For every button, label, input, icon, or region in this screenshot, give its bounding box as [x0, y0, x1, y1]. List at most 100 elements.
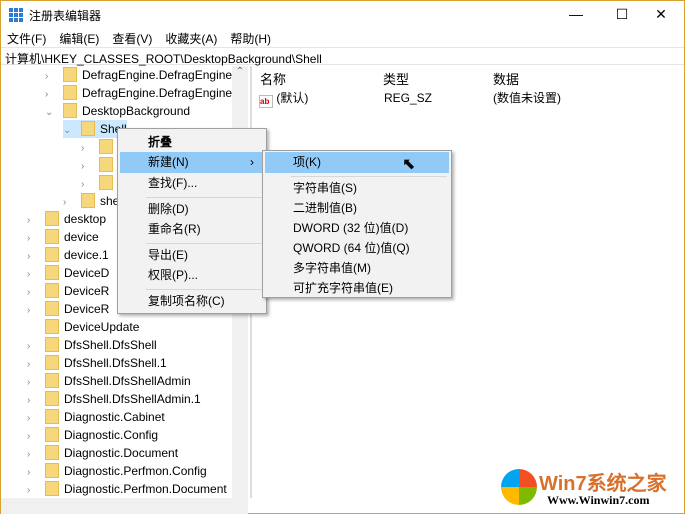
- menu-edit[interactable]: 编辑(E): [53, 28, 106, 46]
- folder-icon: [63, 103, 77, 118]
- chevron-down-icon[interactable]: ⌄: [63, 122, 73, 140]
- submenu-expandable-string-value[interactable]: 可扩充字符串值(E): [265, 278, 449, 299]
- submenu-dword-value[interactable]: DWORD (32 位)值(D): [265, 218, 449, 239]
- tree-item-label: Diagnostic.Perfmon.Document: [64, 482, 227, 496]
- folder-icon: [99, 175, 113, 190]
- column-header-type[interactable]: 类型: [383, 69, 409, 88]
- registry-editor-window: 注册表编辑器 — ☐ ✕ 文件(F) 编辑(E) 查看(V) 收藏夹(A) 帮助…: [0, 0, 685, 514]
- tree-item-label: DesktopBackground: [82, 104, 191, 118]
- tree-item-label: DeviceR: [64, 302, 110, 316]
- column-header-name[interactable]: 名称: [260, 69, 286, 88]
- tree-item[interactable]: › device.1: [27, 246, 109, 264]
- regedit-icon: [9, 8, 23, 22]
- tree-item-label: DfsShell.DfsShell.1: [64, 356, 167, 370]
- tree-item[interactable]: ›: [81, 138, 118, 156]
- folder-icon: [45, 301, 59, 316]
- menu-delete[interactable]: 删除(D): [120, 199, 264, 220]
- column-header-data[interactable]: 数据: [493, 69, 519, 88]
- windows-logo-icon: [501, 469, 537, 505]
- folder-icon: [45, 373, 59, 388]
- menu-copy-key-name[interactable]: 复制项名称(C): [120, 291, 264, 312]
- tree-item[interactable]: › DeviceR: [27, 300, 109, 318]
- tree-item[interactable]: › Diagnostic.Cabinet: [27, 408, 165, 426]
- tree-item-label: DefragEngine.DefragEngine: [82, 68, 233, 82]
- chevron-right-icon: ›: [250, 155, 254, 169]
- menu-help[interactable]: 帮助(H): [224, 28, 278, 46]
- menu-separator: [146, 197, 262, 198]
- tree-item[interactable]: ⌄ DesktopBackground: [45, 102, 190, 120]
- tree-item[interactable]: › Diagnostic.Document: [27, 444, 178, 462]
- folder-icon: [63, 67, 77, 82]
- tree-item[interactable]: ›: [81, 156, 118, 174]
- menu-export[interactable]: 导出(E): [120, 245, 264, 266]
- submenu-binary-value[interactable]: 二进制值(B): [265, 198, 449, 219]
- menu-new[interactable]: 新建(N) ›: [120, 152, 264, 173]
- menu-view[interactable]: 查看(V): [106, 28, 159, 46]
- tree-item[interactable]: DeviceUpdate: [27, 318, 139, 336]
- menu-collapse[interactable]: 折叠: [120, 132, 264, 153]
- tree-item[interactable]: › Diagnostic.Config: [27, 426, 158, 444]
- value-row[interactable]: ab (默认) REG_SZ (数值未设置): [259, 89, 679, 108]
- tree-horizontal-scrollbar[interactable]: [1, 498, 248, 514]
- tree-item[interactable]: › DfsShell.DfsShell.1: [27, 354, 167, 372]
- submenu-qword-value[interactable]: QWORD (64 位)值(Q): [265, 238, 449, 259]
- submenu-string-value[interactable]: 字符串值(S): [265, 178, 449, 199]
- tree-item-label: Diagnostic.Config: [64, 428, 159, 442]
- tree-item-label: Diagnostic.Document: [64, 446, 179, 460]
- chevron-right-icon[interactable]: ›: [27, 482, 37, 498]
- folder-icon: [45, 481, 59, 496]
- submenu-multi-string-value[interactable]: 多字符串值(M): [265, 258, 449, 279]
- tree-item[interactable]: › DfsShell.DfsShellAdmin: [27, 372, 191, 390]
- tree-item[interactable]: ›: [81, 174, 118, 192]
- tree-item-label: DeviceUpdate: [64, 320, 140, 334]
- tree-item[interactable]: › DeviceD: [27, 264, 109, 282]
- menu-permissions[interactable]: 权限(P)...: [120, 265, 264, 286]
- folder-icon: [99, 157, 113, 172]
- tree-item[interactable]: › shel: [63, 192, 122, 210]
- folder-icon: [45, 427, 59, 442]
- folder-icon: [45, 463, 59, 478]
- tree-item-label: Diagnostic.Perfmon.Config: [64, 464, 207, 478]
- address-bar[interactable]: 计算机\HKEY_CLASSES_ROOT\DesktopBackground\…: [1, 47, 684, 66]
- folder-icon: [45, 409, 59, 424]
- folder-icon: [81, 193, 95, 208]
- string-value-icon: ab: [259, 95, 273, 108]
- tree-item[interactable]: › DeviceR: [27, 282, 109, 300]
- tree-item[interactable]: › DfsShell.DfsShell: [27, 336, 157, 354]
- tree-item[interactable]: › DefragEngine.DefragEngine.1: [45, 84, 242, 102]
- menu-favorites[interactable]: 收藏夹(A): [159, 28, 224, 46]
- folder-icon: [45, 319, 59, 334]
- close-button[interactable]: ✕: [638, 1, 684, 28]
- tree-item[interactable]: › device: [27, 228, 99, 246]
- watermark-url: Www.Winwin7.com: [547, 493, 650, 507]
- scroll-up-icon[interactable]: ⌃: [232, 66, 248, 77]
- tree-item[interactable]: › Diagnostic.Perfmon.Document: [27, 480, 227, 498]
- tree-item-label: device: [64, 230, 99, 244]
- tree-item-label: DefragEngine.DefragEngine.1: [82, 86, 243, 100]
- tree-item-label: DfsShell.DfsShellAdmin: [64, 374, 191, 388]
- tree-item[interactable]: › DfsShell.DfsShellAdmin.1: [27, 390, 201, 408]
- menu-find[interactable]: 查找(F)...: [120, 173, 264, 194]
- folder-icon: [45, 391, 59, 406]
- menu-bar: 文件(F) 编辑(E) 查看(V) 收藏夹(A) 帮助(H): [1, 28, 278, 46]
- folder-icon: [63, 85, 77, 100]
- tree-item[interactable]: › DefragEngine.DefragEngine: [45, 66, 232, 84]
- value-type: REG_SZ: [384, 91, 433, 105]
- folder-icon: [45, 247, 59, 262]
- submenu-key[interactable]: 项(K): [265, 152, 449, 173]
- folder-icon: [45, 337, 59, 352]
- menu-file[interactable]: 文件(F): [1, 28, 53, 46]
- menu-new-label: 新建(N): [148, 155, 189, 169]
- value-data: (数值未设置): [493, 91, 561, 105]
- tree-item-label: DeviceR: [64, 284, 110, 298]
- minimize-button[interactable]: —: [553, 1, 599, 28]
- watermark-brand: Win7系统之家: [539, 473, 667, 495]
- tree-item[interactable]: › desktop: [27, 210, 106, 228]
- menu-rename[interactable]: 重命名(R): [120, 219, 264, 240]
- folder-icon: [45, 265, 59, 280]
- tree-item[interactable]: › Diagnostic.Perfmon.Config: [27, 462, 207, 480]
- folder-icon: [45, 355, 59, 370]
- chevron-down-icon[interactable]: ⌄: [45, 104, 55, 122]
- menu-separator: [146, 289, 262, 290]
- title-bar: 注册表编辑器 — ☐ ✕: [1, 1, 684, 28]
